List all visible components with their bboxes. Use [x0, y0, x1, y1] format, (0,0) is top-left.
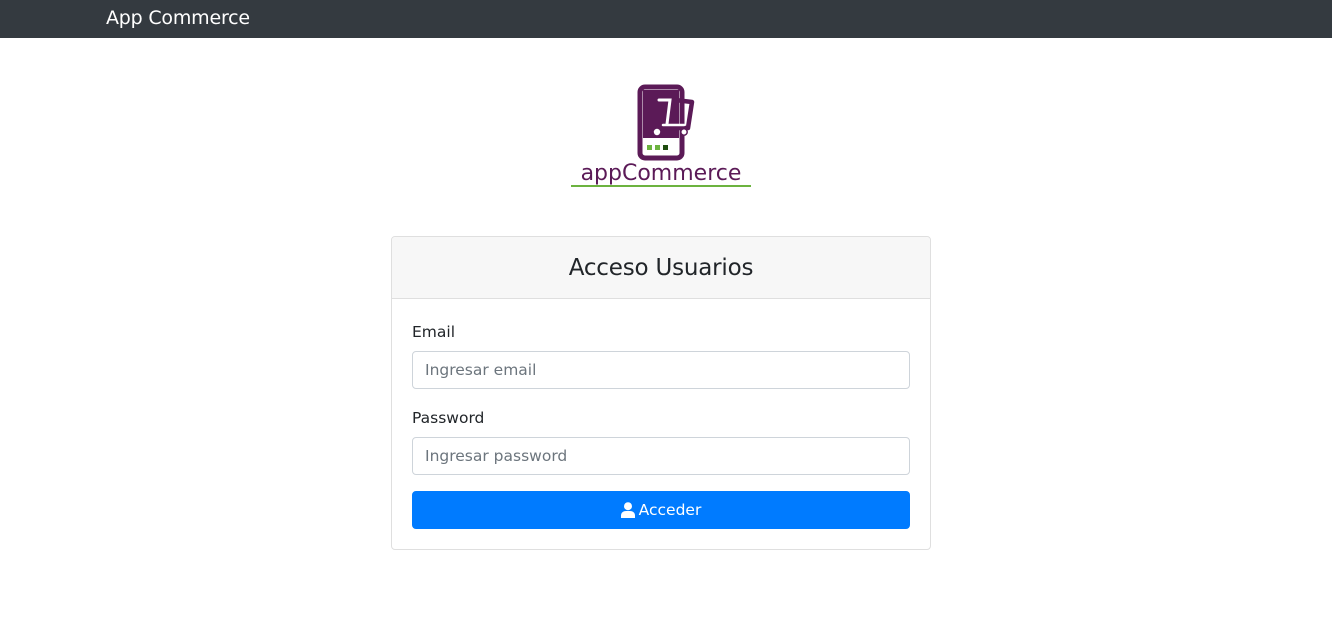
card-title: Acceso Usuarios — [568, 254, 754, 281]
logo-wordmark: appCommerce — [581, 161, 742, 186]
email-input[interactable] — [412, 351, 910, 389]
email-label: Email — [412, 323, 456, 341]
login-card: Acceso Usuarios Email Password Acceder — [391, 236, 931, 550]
password-label: Password — [412, 409, 485, 427]
card-header: Acceso Usuarios — [392, 237, 930, 299]
navbar-brand[interactable]: App Commerce — [106, 7, 250, 29]
login-button-label: Acceder — [638, 501, 702, 519]
app-logo: appCommerce — [566, 84, 756, 190]
user-icon — [620, 502, 635, 518]
app-logo-graphic: appCommerce — [571, 84, 751, 187]
password-input[interactable] — [412, 437, 910, 475]
login-button[interactable]: Acceder — [412, 491, 910, 529]
top-navbar: App Commerce — [0, 0, 1332, 38]
